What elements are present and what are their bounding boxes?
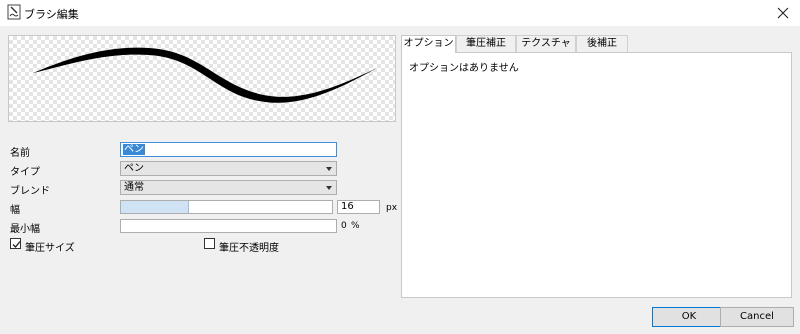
type-select[interactable]: ペン: [120, 161, 337, 176]
no-options-text: オプションはありません: [409, 63, 519, 74]
brush-icon: [6, 4, 22, 20]
brush-stroke-preview: [33, 47, 377, 103]
tab-texture[interactable]: テクスチャ: [516, 35, 576, 52]
name-field[interactable]: ペン: [120, 142, 337, 157]
width-value-input[interactable]: 16: [337, 200, 380, 214]
min-width-value: 0: [341, 221, 347, 231]
tab-options[interactable]: オプション: [401, 35, 456, 53]
name-field-value: ペン: [123, 144, 145, 155]
name-label: 名前: [10, 148, 30, 159]
cancel-button[interactable]: Cancel: [720, 307, 794, 327]
pressure-size-checkbox[interactable]: [10, 238, 21, 249]
window-title: ブラシ編集: [24, 8, 79, 21]
ok-button[interactable]: OK: [652, 307, 726, 327]
min-width-unit: %: [351, 221, 360, 231]
width-slider-fill: [121, 201, 189, 213]
blend-label: ブレンド: [10, 186, 50, 197]
width-slider[interactable]: [120, 200, 333, 214]
type-label: タイプ: [10, 167, 40, 178]
title-bar: ブラシ編集: [0, 0, 800, 26]
close-button[interactable]: [766, 0, 800, 26]
pressure-opacity-label: 筆圧不透明度: [219, 243, 279, 254]
blend-select-value: 通常: [124, 182, 144, 193]
tab-post-correction[interactable]: 後補正: [576, 35, 628, 52]
chevron-down-icon: [326, 167, 332, 171]
blend-select[interactable]: 通常: [120, 180, 337, 195]
chevron-down-icon: [326, 186, 332, 190]
min-width-slider[interactable]: [120, 219, 337, 233]
tab-pressure-correction[interactable]: 筆圧補正: [456, 35, 516, 52]
width-label: 幅: [10, 205, 20, 216]
brush-preview: [8, 35, 396, 122]
pressure-opacity-checkbox[interactable]: [204, 238, 215, 249]
pressure-size-label: 筆圧サイズ: [25, 243, 75, 254]
close-icon: [777, 7, 789, 19]
checkmark-icon: [12, 241, 21, 248]
min-width-label: 最小幅: [10, 224, 40, 235]
type-select-value: ペン: [124, 163, 144, 174]
width-unit: px: [386, 203, 398, 213]
options-panel: オプションはありません: [401, 52, 792, 298]
